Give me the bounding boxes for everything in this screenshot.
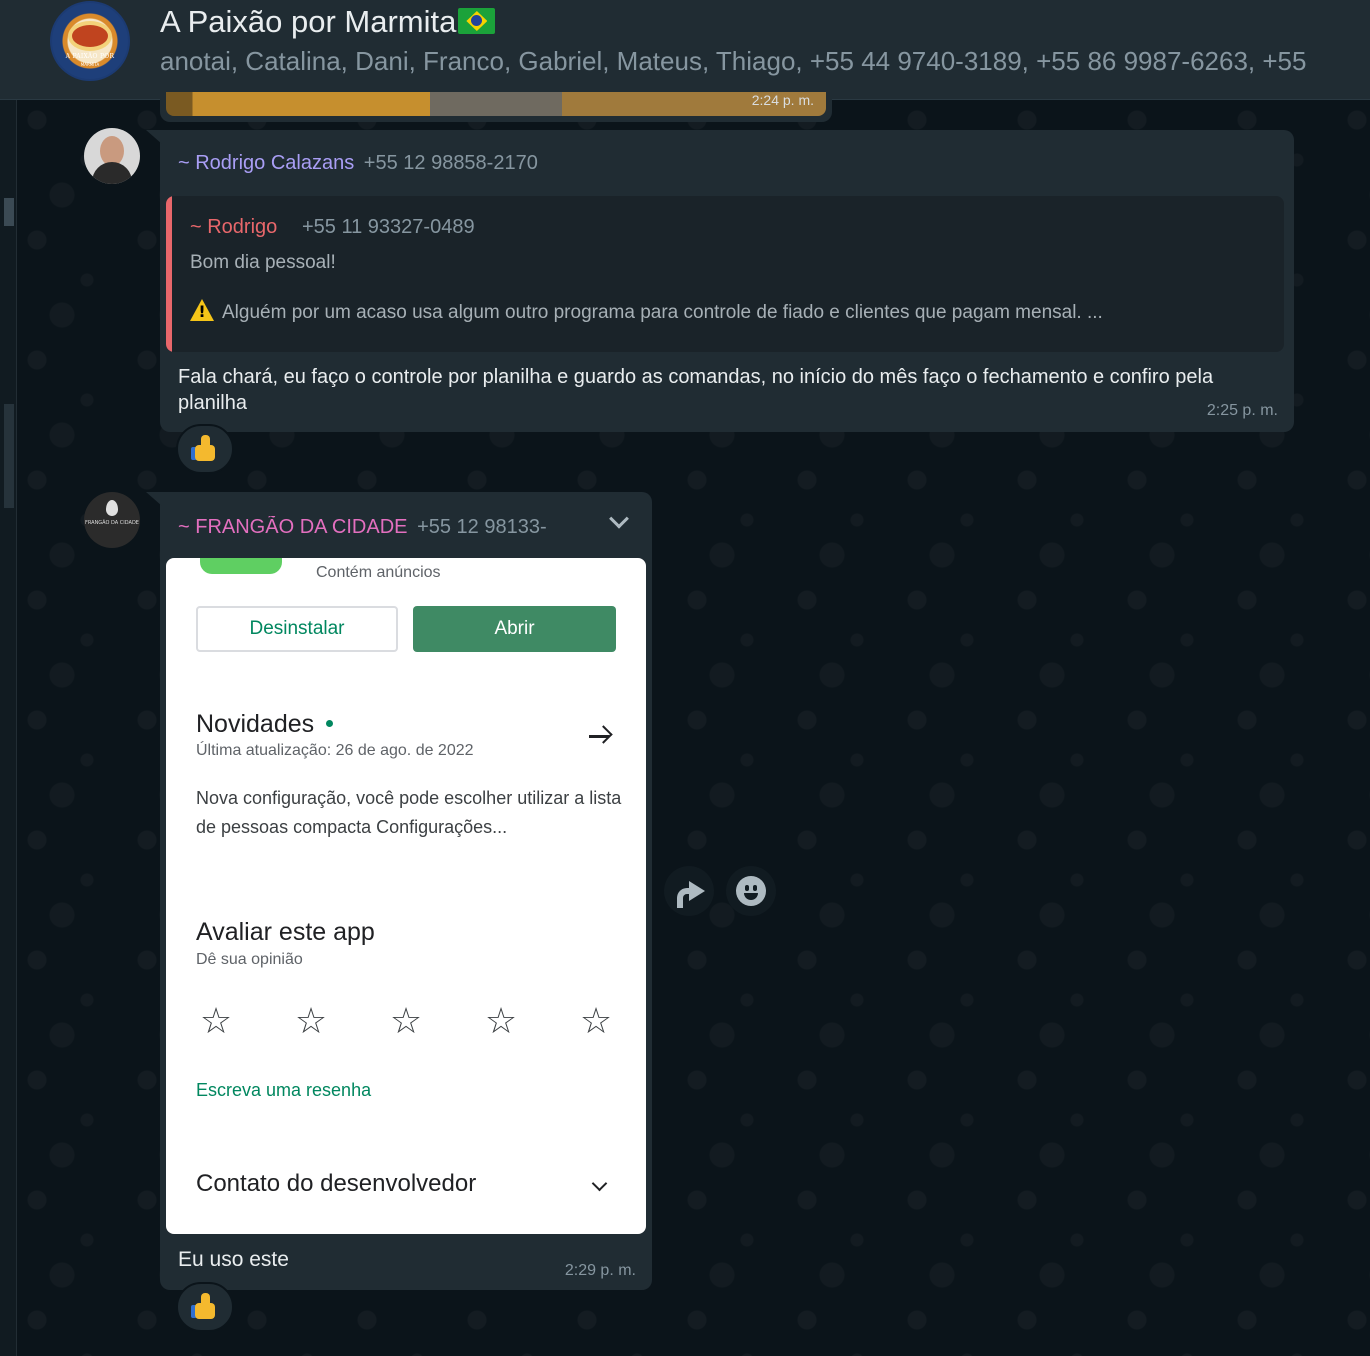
star-icon: ☆ — [484, 1001, 518, 1042]
flame-icon — [106, 500, 118, 516]
news-updated: Última atualização: 26 de ago. de 2022 — [196, 742, 474, 759]
news-heading-text: Novidades — [196, 710, 315, 738]
message-text: Fala chará, eu faço o controle por plani… — [178, 366, 1214, 414]
app-icon-fragment — [200, 558, 282, 574]
star-icon: ☆ — [389, 1001, 423, 1042]
sender-avatar[interactable] — [84, 128, 140, 184]
sender-phone[interactable]: +55 12 98133- — [417, 516, 547, 538]
scroll-marker — [4, 404, 14, 508]
message-time: 2:25 p. m. — [1206, 402, 1278, 419]
brazil-flag-icon — [458, 8, 496, 34]
rate-heading: Avaliar este app — [196, 918, 375, 946]
group-avatar[interactable]: A PAIXÃO POR MARMITA — [50, 1, 130, 81]
avatar-logo-subtext: MARMITA — [80, 62, 100, 67]
quoted-text-line: Alguém por um acaso usa algum outro prog… — [190, 299, 1103, 324]
thumbs-up-icon — [191, 435, 219, 463]
avatar-logo-text: FRANGÃO DA CIDADE — [85, 520, 139, 526]
ads-label: Contém anúncios — [316, 564, 441, 581]
quoted-sender-name: ~ Rodrigo — [190, 216, 278, 238]
previous-message-time: 2:24 p. m. — [751, 92, 814, 108]
group-title[interactable]: A Paixão por Marmita — [160, 4, 496, 40]
message-text: Eu uso este — [178, 1248, 289, 1271]
news-body: Nova configuração, você pode escolher ut… — [196, 788, 622, 837]
avatar-logo-text: A PAIXÃO POR — [65, 53, 115, 60]
thumbs-up-icon — [191, 1293, 219, 1321]
chevron-down-icon — [591, 1175, 608, 1192]
news-heading: Novidades — [196, 710, 334, 739]
sender-name[interactable]: ~ FRANGÃO DA CIDADE — [178, 516, 408, 538]
message-menu-chevron-icon[interactable] — [606, 508, 632, 536]
participants-list[interactable]: anotai, Catalina, Dani, Franco, Gabriel,… — [160, 46, 1370, 77]
new-dot-icon — [326, 720, 334, 727]
quoted-message[interactable]: ~ Rodrigo +55 11 93327-0489 Bom dia pess… — [166, 196, 1284, 352]
rate-subtitle: Dê sua opinião — [196, 951, 303, 968]
forward-button[interactable] — [664, 866, 714, 916]
emoji-icon — [736, 876, 766, 906]
message-time: 2:29 p. m. — [564, 1262, 636, 1279]
sender-name[interactable]: ~ Rodrigo Calazans — [178, 152, 354, 174]
sender-avatar[interactable]: FRANGÃO DA CIDADE — [84, 492, 140, 548]
warning-icon — [190, 299, 214, 321]
reaction-badge[interactable] — [176, 1282, 234, 1332]
scroll-marker — [4, 198, 14, 226]
message-bubble[interactable]: ~ Rodrigo Calazans +55 12 98858-2170 ~ R… — [146, 130, 1294, 432]
quoted-text-line: Bom dia pessoal! — [190, 252, 336, 273]
arrow-right-icon — [587, 724, 613, 748]
message-sender[interactable]: ~ FRANGÃO DA CIDADE +55 12 98133- — [178, 516, 588, 539]
react-button[interactable] — [726, 866, 776, 916]
quoted-text-warning: Alguém por um acaso usa algum outro prog… — [222, 302, 1103, 323]
previous-image[interactable] — [166, 92, 826, 116]
quoted-sender-phone: +55 11 93327-0489 — [302, 216, 475, 238]
previous-image-message[interactable]: 2:24 p. m. — [160, 92, 832, 122]
group-title-text: A Paixão por Marmita — [160, 4, 457, 39]
developer-contact-heading: Contato do desenvolvedor — [196, 1170, 477, 1197]
message-sender[interactable]: ~ Rodrigo Calazans +55 12 98858-2170 — [178, 152, 538, 175]
open-button: Abrir — [413, 606, 616, 652]
sender-phone[interactable]: +55 12 98858-2170 — [364, 152, 538, 174]
write-review-link: Escreva uma resenha — [196, 1080, 372, 1100]
image-attachment[interactable]: Contém anúncios Desinstalar Abrir Novida… — [166, 558, 646, 1234]
reaction-badge[interactable] — [176, 424, 234, 474]
chat-header[interactable]: A PAIXÃO POR MARMITA A Paixão por Marmit… — [0, 0, 1370, 100]
star-icon: ☆ — [579, 1001, 613, 1042]
star-icon: ☆ — [294, 1001, 328, 1042]
left-panel-edge — [0, 0, 17, 1356]
marmita-plate-icon — [72, 25, 108, 47]
quote-bar — [166, 196, 172, 352]
uninstall-button: Desinstalar — [196, 606, 398, 652]
star-icon: ☆ — [199, 1001, 233, 1042]
message-bubble[interactable]: ~ FRANGÃO DA CIDADE +55 12 98133- Contém… — [146, 492, 652, 1290]
forward-icon — [677, 881, 705, 908]
star-rating: ☆ ☆ ☆ ☆ ☆ — [196, 1004, 616, 1040]
